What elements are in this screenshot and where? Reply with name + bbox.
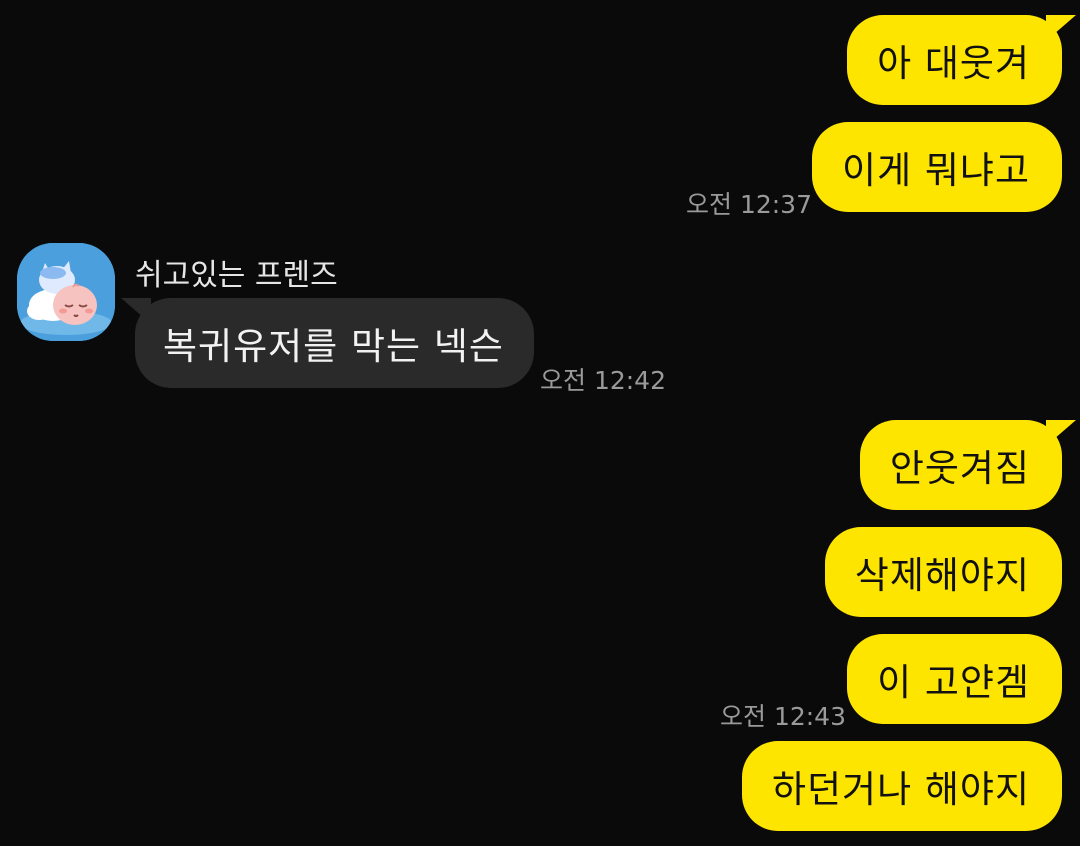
- outgoing-message-bubble[interactable]: 이게 뭐냐고: [812, 122, 1062, 212]
- message-text: 이게 뭐냐고: [842, 149, 1030, 192]
- sender-name: 쉬고있는 프렌즈: [135, 258, 338, 293]
- message-text: 하던거나 해야지: [771, 768, 1030, 811]
- message-text: 이 고얀겜: [877, 661, 1030, 704]
- message-text: 복귀유저를 막는 넥슨: [163, 325, 504, 368]
- chat-room: 아 대웃겨 이게 뭐냐고 오전 12:37 쉬고있는 프렌즈 복귀유저를 막는 …: [0, 0, 1080, 846]
- outgoing-message-bubble[interactable]: 삭제해야지: [824, 527, 1062, 617]
- message-timestamp: 오전 12:42: [540, 366, 666, 395]
- message-text: 안웃겨짐: [889, 447, 1030, 490]
- message-timestamp: 오전 12:43: [720, 702, 846, 731]
- outgoing-message-bubble[interactable]: 안웃겨짐: [859, 420, 1077, 510]
- outgoing-message-bubble[interactable]: 하던거나 해야지: [741, 741, 1062, 831]
- friends-sleeping-avatar-icon[interactable]: [17, 243, 115, 341]
- message-text: 아 대웃겨: [877, 42, 1030, 85]
- outgoing-message-bubble[interactable]: 아 대웃겨: [847, 15, 1076, 105]
- outgoing-message-bubble[interactable]: 이 고얀겜: [847, 634, 1062, 724]
- avatar-image: [17, 243, 115, 341]
- message-timestamp: 오전 12:37: [686, 190, 812, 219]
- incoming-message-bubble[interactable]: 복귀유저를 막는 넥슨: [121, 298, 534, 388]
- message-text: 삭제해야지: [854, 554, 1030, 597]
